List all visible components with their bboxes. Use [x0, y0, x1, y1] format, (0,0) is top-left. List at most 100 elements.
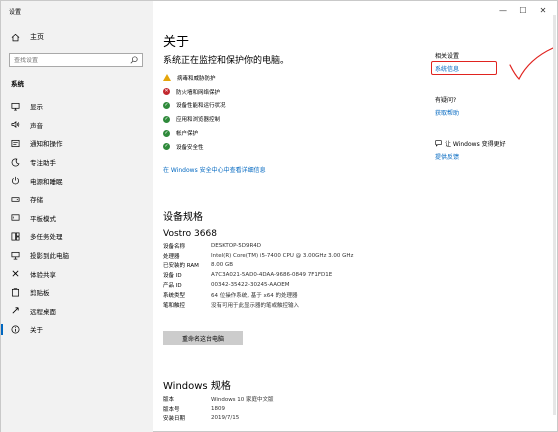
sidebar-item-multitasking[interactable]: 多任务处理 [1, 227, 153, 246]
main-content: 关于 系统正在监控和保护你的电脑。 病毒和威胁防护 ✕ 防火墙和网络保护 ✓ 设… [153, 1, 558, 432]
status-performance[interactable]: ✓ 设备性能和运行状况 [163, 99, 226, 113]
sidebar-home[interactable]: 主页 [11, 32, 44, 42]
storage-icon [11, 195, 20, 204]
share-icon [11, 269, 20, 278]
spec-row: 系统类型 64 位操作系统, 基于 x64 的处理器 [163, 290, 353, 300]
spec-value: 没有可用于此显示器的笔或触控输入 [211, 302, 300, 309]
spec-row: 已安装的 RAM 8.00 GB [163, 261, 353, 271]
spec-key: 产品 ID [163, 283, 182, 290]
feedback-icon [435, 140, 442, 147]
spec-value: DESKTOP-5D9R4D [211, 242, 262, 249]
remote-icon [11, 306, 20, 315]
device-specs-table: 设备名称 DESKTOP-5D9R4D 处理器 Intel(R) Core(TM) … [163, 241, 353, 310]
sidebar-item-shared[interactable]: 体验共享 [1, 264, 153, 283]
spec-value: Intel(R) Core(TM) i5-7400 CPU @ 3.00GHz … [211, 252, 354, 259]
notification-icon [11, 139, 20, 148]
spec-row: 安装日期 2019/7/15 [163, 414, 274, 424]
annotation-checkmark [509, 47, 554, 81]
spec-value: 00342-35422-30245-AAOEM [211, 282, 290, 289]
sidebar-item-label: 显示 [30, 103, 43, 112]
check-icon: ✓ [163, 115, 170, 123]
search-box[interactable] [9, 53, 143, 67]
get-help-link[interactable]: 获取帮助 [435, 108, 459, 117]
check-icon: ✓ [163, 101, 170, 109]
spec-value: 2019/7/15 [211, 415, 240, 422]
sidebar-item-label: 平板模式 [30, 214, 56, 223]
security-center-link[interactable]: 在 Windows 安全中心中查看详细信息 [163, 165, 266, 174]
system-info-link[interactable]: 系统信息 [435, 64, 459, 73]
info-icon [11, 325, 20, 334]
scrollbar[interactable] [553, 15, 556, 415]
feedback-link[interactable]: 提供反馈 [435, 152, 459, 161]
sidebar-item-label: 剪贴板 [30, 289, 50, 298]
rename-pc-button[interactable]: 重命名这台电脑 [163, 331, 243, 345]
sidebar-item-power[interactable]: 电源和睡眠 [1, 171, 153, 190]
status-firewall[interactable]: ✕ 防火墙和网络保护 [163, 85, 226, 99]
status-virus[interactable]: 病毒和威胁防护 [163, 71, 226, 85]
sidebar-item-sound[interactable]: 声音 [1, 116, 153, 135]
section-label: 系统 [11, 80, 24, 88]
sidebar-item-remote[interactable]: 远程桌面 [1, 302, 153, 321]
status-account[interactable]: ✓ 帐户保护 [163, 126, 226, 140]
settings-window: — ☐ ✕ 设置 主页 系统 显示 声音 [0, 0, 558, 432]
spec-key: 处理器 [163, 253, 180, 260]
sidebar-item-focus[interactable]: 专注助手 [1, 153, 153, 172]
sidebar-item-label: 多任务处理 [30, 233, 63, 242]
status-label: 防火墙和网络保护 [176, 89, 221, 96]
warning-icon [163, 74, 171, 82]
sidebar-item-clipboard[interactable]: 剪贴板 [1, 283, 153, 302]
status-label: 设备安全性 [176, 144, 204, 151]
search-input[interactable] [14, 56, 124, 64]
spec-key: 已安装的 RAM [163, 263, 199, 270]
error-icon: ✕ [163, 88, 170, 96]
multitask-icon [11, 232, 20, 241]
clipboard-icon [11, 288, 20, 297]
sidebar-item-label: 存储 [30, 196, 43, 205]
check-icon: ✓ [163, 143, 170, 151]
sidebar-item-notifications[interactable]: 通知和操作 [1, 134, 153, 153]
spec-key: 设备 ID [163, 273, 182, 280]
app-title: 设置 [9, 9, 22, 16]
sidebar-item-label: 体验共享 [30, 270, 56, 279]
status-app-browser[interactable]: ✓ 应用和浏览器控制 [163, 112, 226, 126]
sidebar-item-tablet[interactable]: 平板模式 [1, 209, 153, 228]
sidebar-item-display[interactable]: 显示 [1, 97, 153, 116]
sidebar-nav: 显示 声音 通知和操作 专注助手 电源和睡眠 存储 平板模式 多任务处理 投影到… [1, 97, 153, 339]
spec-row: 版本号 1809 [163, 404, 274, 414]
status-label: 帐户保护 [176, 131, 199, 138]
status-label: 应用和浏览器控制 [176, 117, 221, 124]
page-title: 关于 [163, 35, 190, 50]
sidebar-home-label: 主页 [30, 33, 44, 41]
sidebar: 设置 主页 系统 显示 声音 通知和操作 [1, 1, 153, 432]
spec-row: 笔和触控 没有可用于此显示器的笔或触控输入 [163, 300, 353, 310]
related-settings-title: 相关设置 [435, 53, 460, 60]
security-status-list: 病毒和威胁防护 ✕ 防火墙和网络保护 ✓ 设备性能和运行状况 ✓ 应用和浏览器控… [163, 71, 226, 154]
spec-value: 64 位操作系统, 基于 x64 的处理器 [211, 292, 298, 299]
windows-specs-table: 版本 Windows 10 家庭中文版 版本号 1809 安装日期 2019/7/15 [163, 394, 274, 423]
status-device-security[interactable]: ✓ 设备安全性 [163, 140, 226, 154]
spec-key: 版本 [163, 396, 175, 403]
sidebar-item-label: 声音 [30, 121, 43, 130]
status-label: 设备性能和运行状况 [176, 103, 226, 110]
search-icon [130, 56, 138, 64]
sidebar-item-about[interactable]: 关于 [1, 320, 153, 339]
speaker-icon [11, 120, 20, 129]
power-icon [11, 176, 20, 185]
spec-value: 1809 [211, 405, 225, 412]
tablet-icon [11, 213, 20, 222]
monitor-icon [11, 102, 20, 111]
check-icon: ✓ [163, 129, 170, 137]
sidebar-item-storage[interactable]: 存储 [1, 190, 153, 209]
spec-key: 系统类型 [163, 292, 186, 299]
improve-windows-title: 让 Windows 变得更好 [435, 139, 506, 148]
spec-row: 处理器 Intel(R) Core(TM) i5-7400 CPU @ 3.00G… [163, 251, 353, 261]
spec-value: Windows 10 家庭中文版 [211, 396, 274, 403]
home-icon [11, 33, 20, 42]
sidebar-item-label: 远程桌面 [30, 307, 56, 316]
protection-heading: 系统正在监控和保护你的电脑。 [163, 56, 290, 66]
device-model: Vostro 3668 [163, 229, 217, 239]
question-title: 有疑问? [435, 97, 457, 104]
sidebar-item-project[interactable]: 投影到此电脑 [1, 246, 153, 265]
spec-key: 笔和触控 [163, 302, 186, 309]
moon-icon [11, 158, 20, 167]
